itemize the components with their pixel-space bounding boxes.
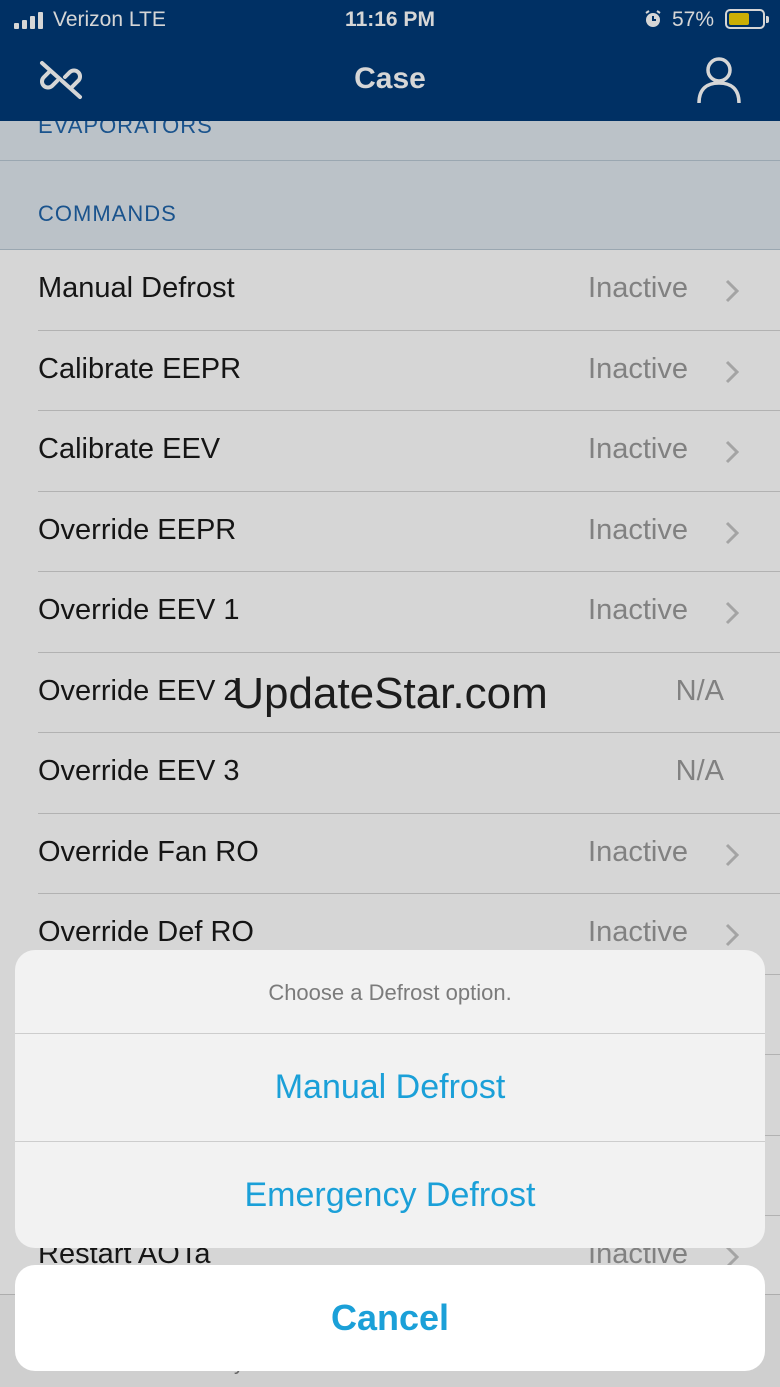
emergency-defrost-option[interactable]: Emergency Defrost <box>15 1141 765 1248</box>
manual-defrost-option[interactable]: Manual Defrost <box>15 1034 765 1141</box>
action-sheet: Choose a Defrost option. Manual Defrost … <box>15 950 765 1248</box>
cancel-button[interactable]: Cancel <box>15 1265 765 1371</box>
action-sheet-message: Choose a Defrost option. <box>15 950 765 1034</box>
